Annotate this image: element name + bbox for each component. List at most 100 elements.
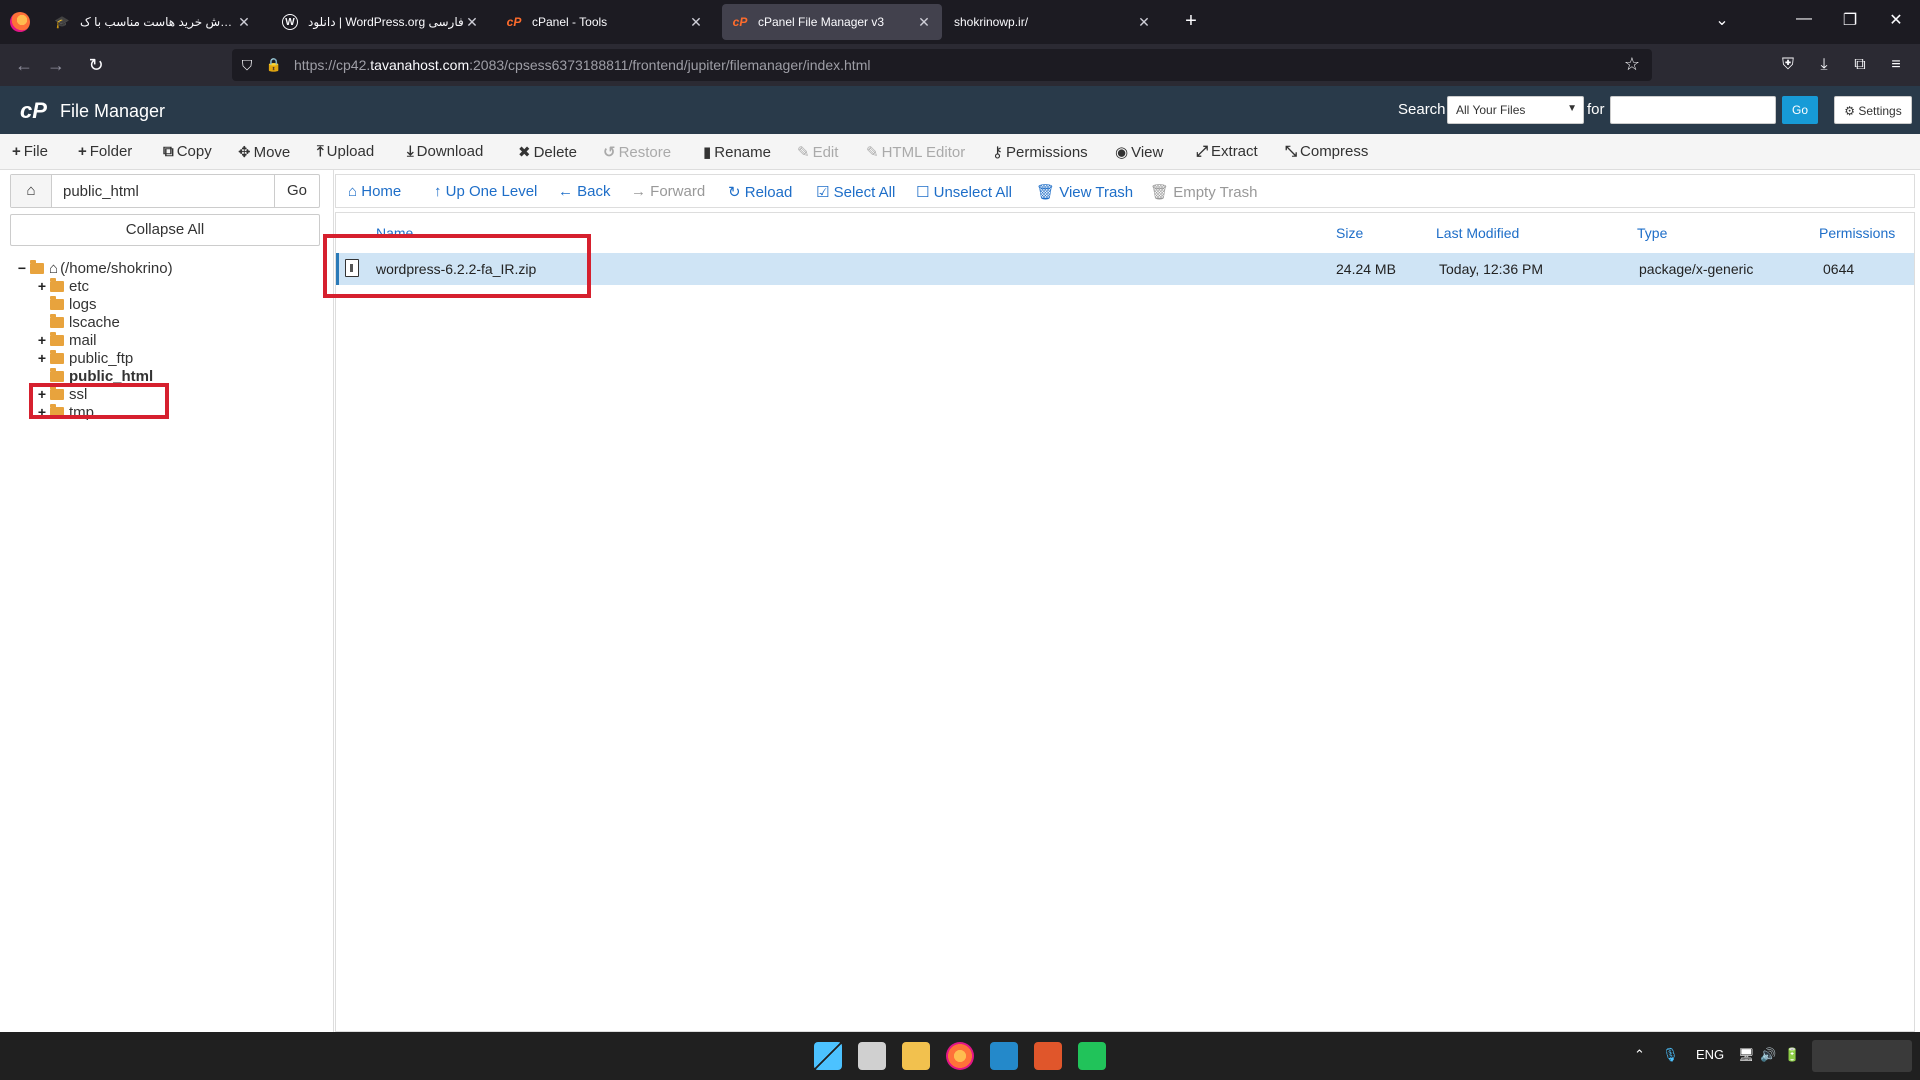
new-file-button[interactable]: + File	[12, 143, 48, 160]
edit-button[interactable]: ✎ Edit	[797, 143, 838, 161]
shield-icon[interactable]: ⛉	[232, 57, 262, 74]
upload-button[interactable]: ⤒ Upload	[317, 143, 374, 160]
forward-arrow-icon[interactable]: →	[42, 53, 70, 77]
extensions-icon[interactable]: ⧉	[1847, 53, 1873, 77]
clock-area[interactable]	[1812, 1040, 1912, 1072]
language-indicator[interactable]: ENG	[1696, 1047, 1724, 1062]
reload-icon[interactable]: ↻	[82, 53, 110, 77]
plus-icon: +	[12, 143, 21, 160]
html-editor-button[interactable]: ✎ HTML Editor	[866, 143, 965, 161]
collapse-icon[interactable]: −	[16, 260, 28, 276]
delete-button[interactable]: ✖ Delete	[518, 143, 577, 161]
minimize-button[interactable]: —	[1789, 10, 1819, 28]
tree-item-logs[interactable]: logs	[50, 294, 97, 314]
empty-trash-button[interactable]: 🗑 Empty Trash	[1150, 183, 1257, 201]
trash-icon: 🗑	[1150, 184, 1170, 201]
tab-title: shokrinowp.ir/	[954, 15, 1029, 29]
close-icon[interactable]: ✕	[1136, 14, 1152, 31]
restore-button[interactable]: ❐	[1835, 10, 1865, 30]
app-icon[interactable]	[1078, 1042, 1106, 1070]
tab-cpanel-file-manager[interactable]: cP cPanel File Manager v3 ✕	[722, 4, 942, 40]
restore-button[interactable]: ↺ Restore	[603, 143, 671, 161]
url-bar[interactable]: ⛉ 🔒 https://cp42.tavanahost.com:2083/cps…	[232, 49, 1652, 81]
tab-cpanel-tools[interactable]: cP cPanel - Tools ✕	[496, 4, 714, 40]
tree-root[interactable]: − ⌂ (/home/shokrino)	[16, 258, 173, 278]
pencil-icon: ✎	[797, 144, 810, 161]
column-header-size[interactable]: Size	[1336, 225, 1363, 241]
compress-icon: ⤡	[1285, 143, 1298, 160]
vscode-icon[interactable]	[990, 1042, 1018, 1070]
chevron-up-icon[interactable]: ⌃	[1634, 1047, 1645, 1063]
tree-item-etc[interactable]: + etc	[36, 276, 89, 296]
search-go-button[interactable]: Go	[1782, 96, 1818, 124]
expand-icon[interactable]: +	[36, 332, 48, 348]
path-go-button[interactable]: Go	[274, 175, 319, 207]
tab-shokrinowp[interactable]: shokrinowp.ir/ ✕	[944, 4, 1162, 40]
move-button[interactable]: ✥ Move	[238, 143, 290, 161]
settings-button[interactable]: ⚙ Settings	[1834, 96, 1912, 124]
view-button[interactable]: ◉ View	[1115, 143, 1163, 161]
close-icon[interactable]: ✕	[236, 14, 252, 31]
column-header-permissions[interactable]: Permissions	[1819, 225, 1895, 241]
tab-hosting-tutorial[interactable]: 🎓 آموزش خرید هاست مناسب با ک... ✕	[44, 4, 262, 40]
close-icon[interactable]: ✕	[464, 14, 480, 31]
download-icon[interactable]: ⤓	[1811, 53, 1837, 77]
search-input[interactable]	[1610, 96, 1776, 124]
forward-button[interactable]: → Forward	[631, 183, 705, 200]
tab-wordpress-download[interactable]: W دانلود | WordPress.org فارسی ✕	[272, 4, 490, 40]
rename-button[interactable]: ▮ Rename	[703, 143, 771, 161]
collapse-all-button[interactable]: Collapse All	[10, 214, 320, 246]
copy-button[interactable]: ⧉ Copy	[163, 143, 212, 160]
new-folder-button[interactable]: + Folder	[78, 143, 132, 160]
file-list-panel: ⌂ Home ↑ Up One Level ← Back → Forward ↻…	[335, 170, 1920, 1032]
permissions-button[interactable]: ⚷ Permissions	[992, 143, 1088, 161]
close-icon[interactable]: ✕	[916, 14, 932, 31]
url-text[interactable]: https://cp42.tavanahost.com:2083/cpsess6…	[294, 57, 870, 73]
file-size: 24.24 MB	[1336, 261, 1396, 277]
tree-item-public-ftp[interactable]: + public_ftp	[36, 348, 133, 368]
menu-icon[interactable]: ≡	[1883, 53, 1909, 77]
edit-square-icon: ✎	[866, 144, 879, 161]
list-tabs-icon[interactable]: ⌄	[1707, 10, 1737, 30]
back-arrow-icon[interactable]: ←	[10, 53, 38, 77]
unselect-all-button[interactable]: ☐ Unselect All	[916, 183, 1012, 201]
volume-icon[interactable]: 🔊	[1760, 1047, 1776, 1063]
expand-icon[interactable]: +	[36, 350, 48, 366]
battery-icon[interactable]: 🔋	[1784, 1047, 1800, 1063]
home-button[interactable]: ⌂ Home	[348, 183, 401, 200]
windows-start-icon[interactable]	[814, 1042, 842, 1070]
file-explorer-icon[interactable]	[902, 1042, 930, 1070]
close-icon[interactable]: ✕	[688, 14, 704, 31]
close-window-button[interactable]: ✕	[1881, 10, 1911, 30]
microphone-icon[interactable]: 🎙	[1662, 1047, 1679, 1063]
cpanel-logo[interactable]: cP	[20, 98, 47, 124]
compress-button[interactable]: ⤡ Compress	[1285, 143, 1368, 160]
tree-item-mail[interactable]: + mail	[36, 330, 97, 350]
path-input[interactable]: public_html	[63, 183, 139, 200]
download-button[interactable]: ⤓ Download	[407, 143, 483, 160]
new-tab-button[interactable]: +	[1179, 10, 1203, 33]
reload-button[interactable]: ↻ Reload	[728, 183, 792, 201]
expand-icon[interactable]: +	[36, 278, 48, 294]
search-scope-select[interactable]: All Your Files ▼	[1447, 96, 1584, 124]
select-all-button[interactable]: ☑ Select All	[816, 183, 895, 201]
directory-tree-panel: ⌂ public_html Go Collapse All − ⌂ (/home…	[0, 170, 334, 1032]
pocket-icon[interactable]: ⛨	[1775, 53, 1801, 77]
tree-item-lscache[interactable]: lscache	[50, 312, 120, 332]
app-icon[interactable]	[1034, 1042, 1062, 1070]
column-header-type[interactable]: Type	[1637, 225, 1667, 241]
checkbox-icon: ☐	[916, 184, 930, 201]
home-icon[interactable]: ⌂	[11, 175, 52, 207]
copy-icon: ⧉	[163, 143, 174, 160]
firefox-icon[interactable]	[946, 1042, 974, 1070]
network-icon[interactable]: 🖥	[1738, 1047, 1755, 1063]
bookmark-star-icon[interactable]: ☆	[1624, 54, 1640, 75]
column-header-last-modified[interactable]: Last Modified	[1436, 225, 1519, 241]
firefox-icon[interactable]	[10, 12, 30, 32]
up-one-level-button[interactable]: ↑ Up One Level	[434, 183, 537, 200]
extract-button[interactable]: ⤢ Extract	[1196, 143, 1258, 160]
task-view-icon[interactable]	[858, 1042, 886, 1070]
lock-icon[interactable]: 🔒	[262, 57, 286, 73]
back-button[interactable]: ← Back	[558, 183, 611, 200]
view-trash-button[interactable]: 🗑 View Trash	[1036, 183, 1133, 201]
